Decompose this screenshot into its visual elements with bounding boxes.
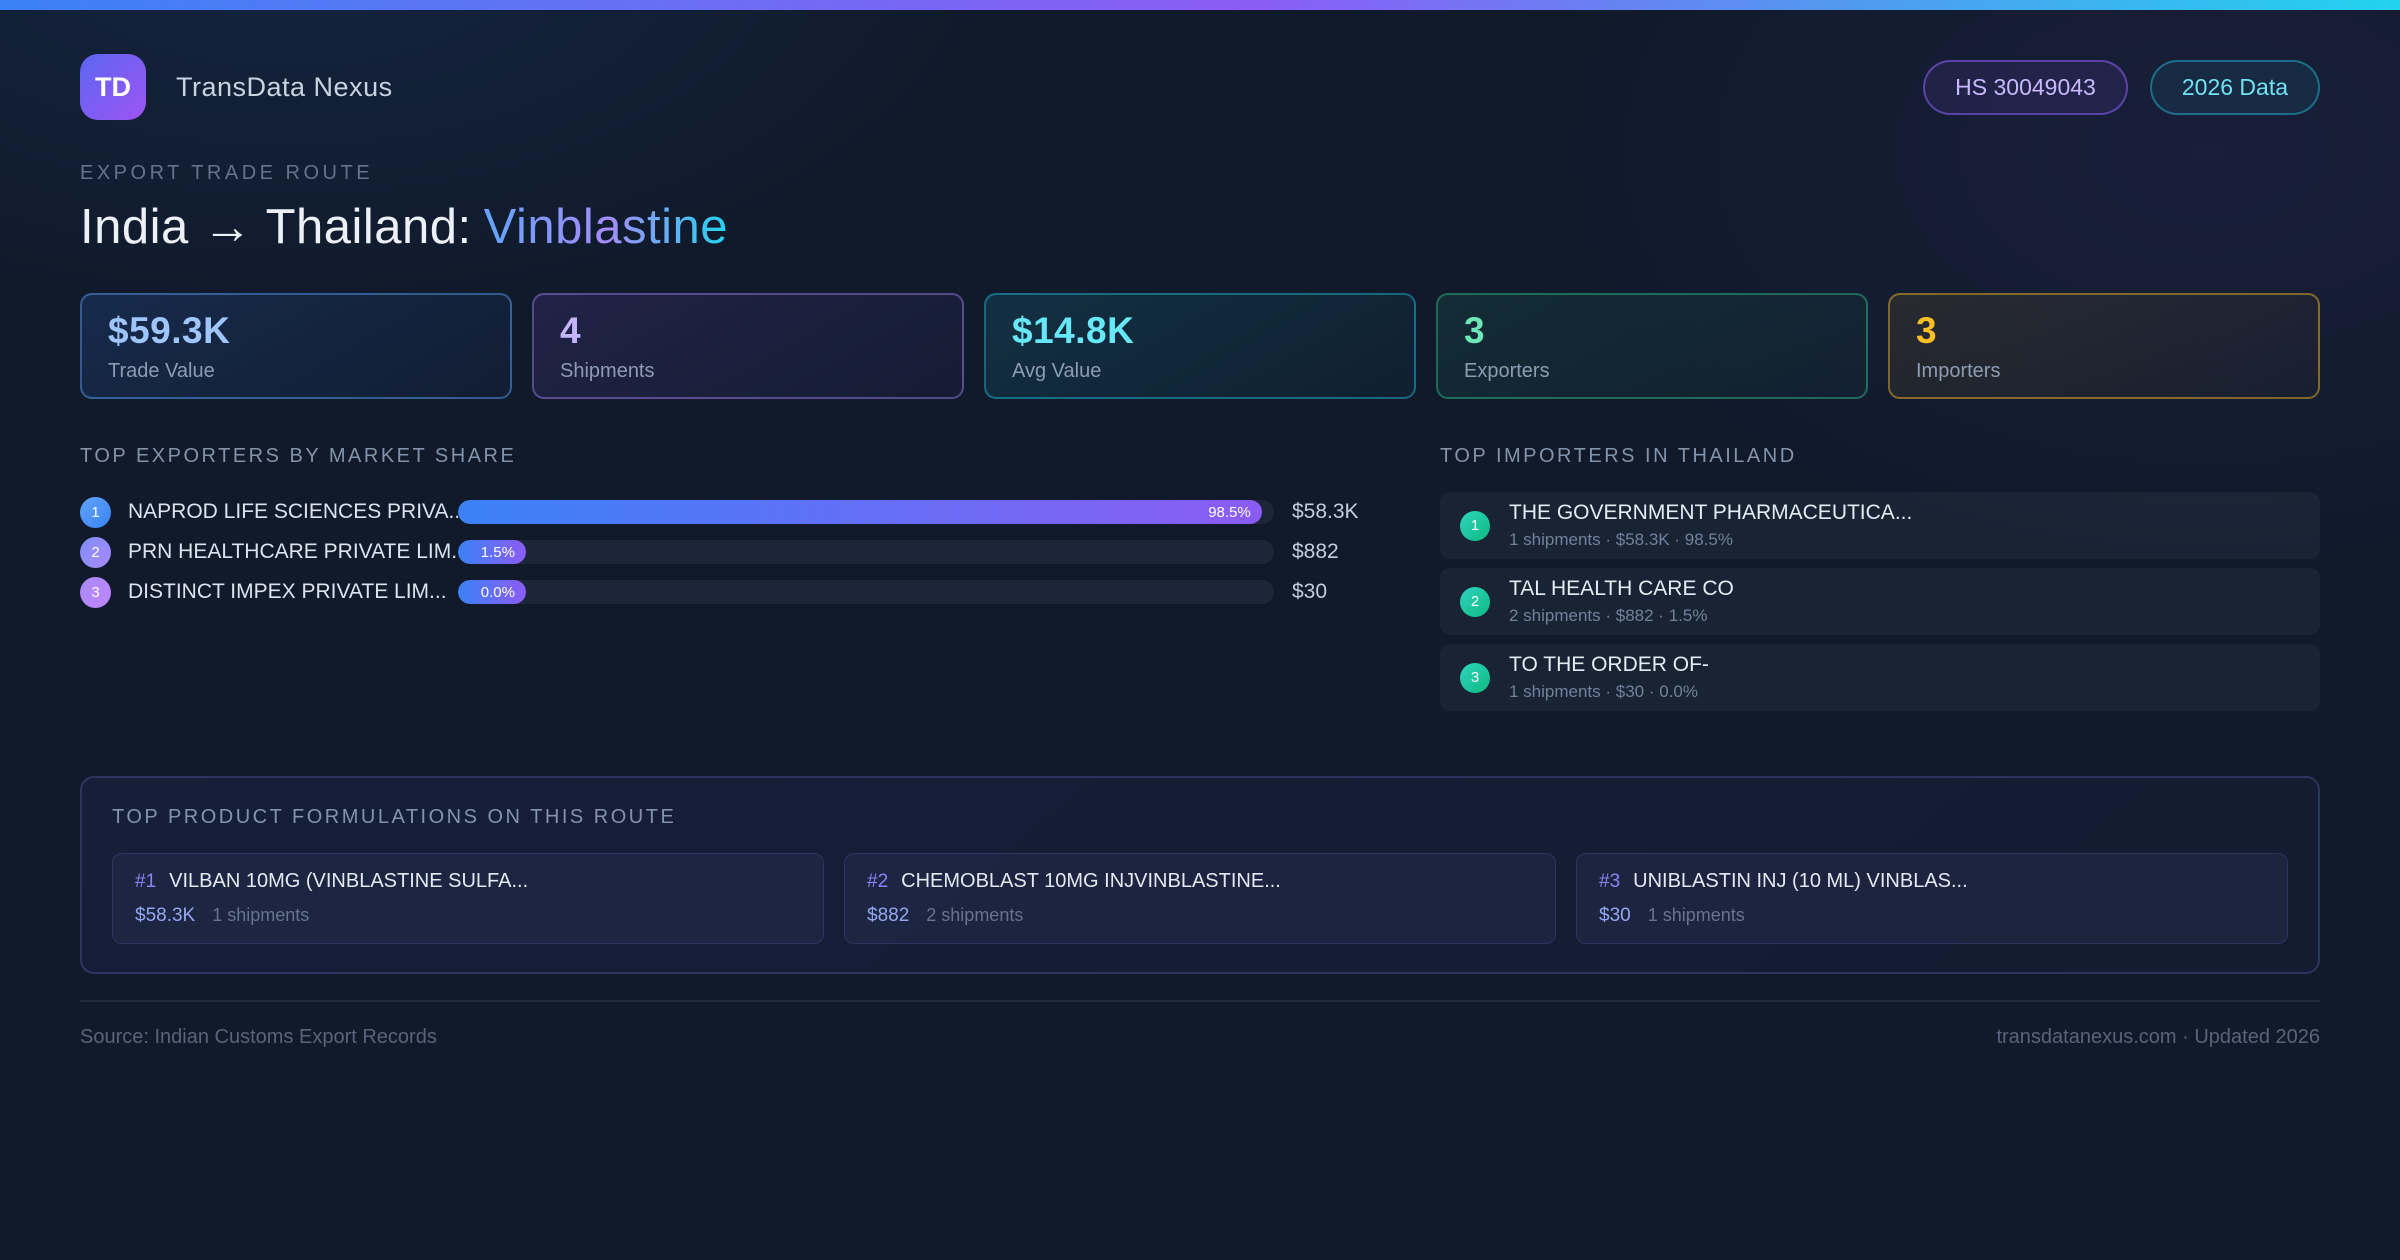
market-share-bar-track: 98.5% [458, 500, 1274, 524]
market-share-percent: 98.5% [1208, 503, 1251, 521]
market-share-bar-track: 0.0% [458, 580, 1274, 604]
product-rank: #3 [1599, 871, 1621, 892]
exporter-value: $58.3K [1292, 500, 1359, 523]
product-card[interactable]: #2 CHEMOBLAST 10MG INJVINBLASTINE... $88… [844, 853, 1556, 944]
stat-card-shipments: 4 Shipments [532, 293, 964, 399]
exporters-heading: TOP EXPORTERS BY MARKET SHARE [80, 445, 517, 467]
product-name: CHEMOBLAST 10MG INJVINBLASTINE... [901, 870, 1281, 892]
header: TD TransData Nexus HS 30049043 2026 Data [80, 54, 2320, 120]
market-share-bar-track: 1.5% [458, 540, 1274, 564]
footer-divider [80, 1000, 2320, 1002]
product-shipments: 1 shipments [212, 905, 310, 925]
exporter-row[interactable]: 2 PRN HEALTHCARE PRIVATE LIM... 1.5% $88… [80, 532, 1380, 572]
stat-label: Avg Value [1012, 359, 1102, 382]
exporter-name: NAPROD LIFE SCIENCES PRIVA... [128, 500, 458, 523]
importer-card[interactable]: 1 THE GOVERNMENT PHARMACEUTICA... 1 ship… [1440, 492, 2320, 559]
brand-name: TransData Nexus [176, 71, 393, 102]
importer-card[interactable]: 3 TO THE ORDER OF- 1 shipments · $30 · 0… [1440, 644, 2320, 711]
product-value: $30 [1599, 905, 1631, 926]
stat-label: Exporters [1464, 359, 1550, 382]
exporter-row[interactable]: 3 DISTINCT IMPEX PRIVATE LIM... 0.0% $30 [80, 572, 1380, 612]
product-name: VILBAN 10MG (VINBLASTINE SULFA... [169, 870, 529, 892]
importer-name: THE GOVERNMENT PHARMACEUTICA... [1509, 501, 1913, 524]
rank-badge: 2 [1460, 586, 1490, 617]
stat-card-avg-value: $14.8K Avg Value [984, 293, 1416, 399]
product-rank: #1 [135, 871, 157, 892]
importer-detail: 1 shipments · $58.3K · 98.5% [1509, 530, 1733, 549]
stat-label: Importers [1916, 359, 2001, 382]
product-shipments: 2 shipments [926, 905, 1024, 925]
rank-badge: 3 [80, 576, 111, 608]
exporter-row[interactable]: 1 NAPROD LIFE SCIENCES PRIVA... 98.5% $5… [80, 492, 1380, 532]
page-title: India → Thailand: Vinblastine [80, 199, 2320, 255]
rank-badge: 2 [80, 536, 111, 568]
products-panel: TOP PRODUCT FORMULATIONS ON THIS ROUTE #… [80, 776, 2320, 974]
rank-badge: 1 [80, 496, 111, 528]
stat-card-trade-value: $59.3K Trade Value [80, 293, 512, 399]
exporter-name: DISTINCT IMPEX PRIVATE LIM... [128, 580, 447, 603]
eyebrow-label: EXPORT TRADE ROUTE [80, 162, 374, 184]
importer-name: TO THE ORDER OF- [1509, 653, 1709, 676]
footer: Source: Indian Customs Export Records tr… [80, 1026, 2320, 1049]
title-route: India → Thailand: [80, 200, 472, 254]
exporter-name: PRN HEALTHCARE PRIVATE LIM... [128, 540, 458, 563]
stat-value: 3 [1916, 309, 1938, 351]
stats-row: $59.3K Trade Value 4 Shipments $14.8K Av… [80, 293, 2320, 399]
product-value: $58.3K [135, 905, 196, 926]
page-container: TD TransData Nexus HS 30049043 2026 Data… [0, 54, 2400, 1049]
exporter-value: $30 [1292, 580, 1328, 603]
exporter-value: $882 [1292, 540, 1339, 563]
stat-value: $14.8K [1012, 309, 1135, 351]
products-heading: TOP PRODUCT FORMULATIONS ON THIS ROUTE [112, 806, 677, 828]
market-share-bar: 1.5% [458, 540, 526, 564]
title-product: Vinblastine [483, 200, 728, 254]
top-accent-bar [0, 0, 2400, 10]
product-value: $882 [867, 905, 910, 926]
importer-detail: 1 shipments · $30 · 0.0% [1509, 682, 1698, 701]
brand: TD TransData Nexus [80, 54, 393, 120]
importers-section: TOP IMPORTERS IN THAILAND 1 THE GOVERNME… [1440, 445, 2320, 720]
product-shipments: 1 shipments [1647, 905, 1745, 925]
rank-badge: 3 [1460, 662, 1490, 693]
market-share-bar: 0.0% [458, 580, 526, 604]
stat-label: Shipments [560, 359, 655, 382]
stat-value: 4 [560, 309, 582, 351]
importer-name: TAL HEALTH CARE CO [1509, 577, 1734, 600]
exporters-section: TOP EXPORTERS BY MARKET SHARE 1 NAPROD L… [80, 445, 1380, 720]
stat-label: Trade Value [108, 359, 215, 382]
product-rank: #2 [867, 871, 889, 892]
stat-card-exporters: 3 Exporters [1436, 293, 1868, 399]
hs-code-badge[interactable]: HS 30049043 [1923, 59, 2128, 115]
product-name: UNIBLASTIN INJ (10 ML) VINBLAS... [1633, 870, 1968, 892]
brand-logo-icon: TD [80, 54, 146, 120]
importer-card[interactable]: 2 TAL HEALTH CARE CO 2 shipments · $882 … [1440, 568, 2320, 635]
importers-heading: TOP IMPORTERS IN THAILAND [1440, 445, 1797, 467]
stat-card-importers: 3 Importers [1888, 293, 2320, 399]
market-share-percent: 0.0% [480, 583, 515, 601]
product-card[interactable]: #3 UNIBLASTIN INJ (10 ML) VINBLAS... $30… [1576, 853, 2288, 944]
header-badges: HS 30049043 2026 Data [1923, 59, 2320, 115]
product-card[interactable]: #1 VILBAN 10MG (VINBLASTINE SULFA... $58… [112, 853, 824, 944]
market-share-bar: 98.5% [458, 500, 1262, 524]
stat-value: $59.3K [108, 309, 231, 351]
market-share-percent: 1.5% [480, 543, 515, 561]
stat-value: 3 [1464, 309, 1486, 351]
rank-badge: 1 [1460, 510, 1490, 541]
year-data-badge[interactable]: 2026 Data [2149, 59, 2320, 115]
footer-site: transdatanexus.com · Updated 2026 [1996, 1026, 2320, 1048]
footer-source: Source: Indian Customs Export Records [80, 1026, 437, 1048]
importer-detail: 2 shipments · $882 · 1.5% [1509, 606, 1708, 625]
